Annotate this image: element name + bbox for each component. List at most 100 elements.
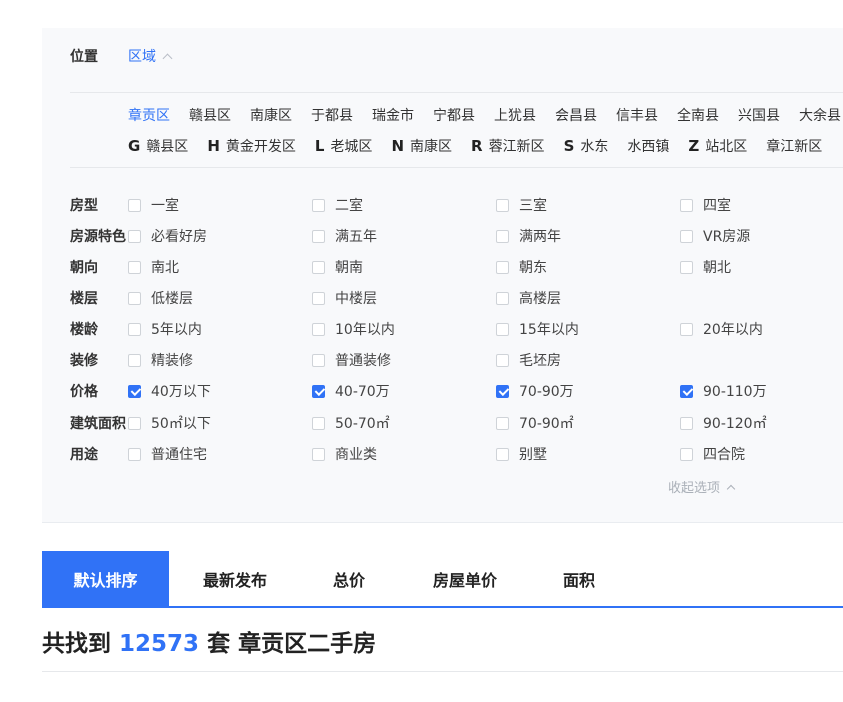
checkbox[interactable] [312, 260, 325, 274]
sort-tab[interactable]: 默认排序 [42, 551, 169, 606]
district-item[interactable]: 南康区 [250, 105, 292, 125]
checkbox[interactable] [496, 260, 509, 274]
filter-option[interactable]: 40-70万 [312, 381, 390, 401]
filter-option[interactable]: 商业类 [312, 444, 377, 464]
filter-option[interactable]: 朝东 [496, 257, 547, 277]
checkbox[interactable] [496, 198, 509, 212]
district-item[interactable]: 站北区 [705, 136, 747, 156]
district-item[interactable]: 兴国县 [738, 105, 780, 125]
filter-option[interactable]: 南北 [128, 257, 179, 277]
filter-option[interactable]: 普通住宅 [128, 444, 207, 464]
checkbox[interactable] [312, 291, 325, 305]
checkbox[interactable] [312, 447, 325, 461]
filter-option[interactable]: 满五年 [312, 226, 377, 246]
district-item[interactable]: 水东 [580, 136, 608, 156]
filter-option[interactable]: 普通装修 [312, 350, 391, 370]
filter-option[interactable]: 必看好房 [128, 226, 207, 246]
district-item[interactable]: 老城区 [330, 136, 372, 156]
filter-option[interactable]: 高楼层 [496, 288, 561, 308]
result-count: 12573 [119, 631, 200, 657]
filter-option[interactable]: 10年以内 [312, 319, 395, 339]
checkbox[interactable] [128, 229, 141, 243]
checkbox[interactable] [128, 198, 141, 212]
filter-option[interactable]: 别墅 [496, 444, 547, 464]
district-item[interactable]: 瑞金市 [372, 105, 414, 125]
filter-option[interactable]: 一室 [128, 195, 179, 215]
checkbox[interactable] [680, 260, 693, 274]
filter-option[interactable]: 满两年 [496, 226, 561, 246]
checkbox[interactable] [496, 322, 509, 336]
district-item[interactable]: 赣县区 [189, 105, 231, 125]
filter-option[interactable]: 50㎡以下 [128, 413, 211, 433]
filter-option[interactable]: 中楼层 [312, 288, 377, 308]
sort-tab[interactable]: 房屋单价 [398, 551, 532, 606]
filter-option[interactable]: 90-110万 [680, 381, 767, 401]
district-item[interactable]: 章贡区 [128, 105, 170, 125]
filter-option[interactable]: 二室 [312, 195, 363, 215]
region-tab[interactable]: 区域 [128, 46, 173, 66]
result-divider [42, 671, 843, 672]
checkbox[interactable] [128, 447, 141, 461]
checkbox-checked[interactable] [128, 384, 141, 398]
checkbox[interactable] [128, 260, 141, 274]
district-item[interactable]: 蓉江新区 [489, 136, 545, 156]
filter-option[interactable]: 朝南 [312, 257, 363, 277]
district-item[interactable]: 黄金开发区 [226, 136, 296, 156]
collapse-options-button[interactable]: 收起选项 [668, 477, 736, 496]
district-item[interactable]: 宁都县 [433, 105, 475, 125]
district-item[interactable]: 上犹县 [494, 105, 536, 125]
district-item[interactable]: 南康区 [410, 136, 452, 156]
checkbox[interactable] [312, 322, 325, 336]
filter-option[interactable]: 三室 [496, 195, 547, 215]
checkbox[interactable] [128, 353, 141, 367]
filter-option[interactable]: 20年以内 [680, 319, 763, 339]
index-letter: R [471, 137, 483, 155]
filter-option[interactable]: 四合院 [680, 444, 745, 464]
filter-option[interactable]: 四室 [680, 195, 731, 215]
district-item[interactable]: 会昌县 [555, 105, 597, 125]
checkbox[interactable] [312, 229, 325, 243]
filter-option[interactable]: 低楼层 [128, 288, 193, 308]
filter-option[interactable]: 5年以内 [128, 319, 202, 339]
filter-option[interactable]: 40万以下 [128, 381, 211, 401]
checkbox[interactable] [128, 291, 141, 305]
district-item[interactable]: 全南县 [677, 105, 719, 125]
checkbox[interactable] [128, 322, 141, 336]
checkbox-checked[interactable] [312, 384, 325, 398]
filter-option[interactable]: 精装修 [128, 350, 193, 370]
filter-option[interactable]: 15年以内 [496, 319, 579, 339]
filter-option[interactable]: 朝北 [680, 257, 731, 277]
district-item[interactable]: 于都县 [311, 105, 353, 125]
checkbox[interactable] [128, 416, 141, 430]
filter-option[interactable]: 70-90万 [496, 381, 574, 401]
filter-option[interactable]: 70-90㎡ [496, 413, 574, 433]
checkbox[interactable] [680, 198, 693, 212]
checkbox-checked[interactable] [680, 384, 693, 398]
district-item[interactable]: 信丰县 [616, 105, 658, 125]
checkbox[interactable] [496, 416, 509, 430]
filter-option[interactable]: 毛坯房 [496, 350, 561, 370]
checkbox[interactable] [680, 416, 693, 430]
checkbox[interactable] [312, 416, 325, 430]
checkbox[interactable] [496, 353, 509, 367]
sort-tab[interactable]: 面积 [532, 551, 626, 606]
checkbox[interactable] [496, 291, 509, 305]
sort-tab[interactable]: 总价 [300, 551, 398, 606]
filter-option[interactable]: 90-120㎡ [680, 413, 767, 433]
checkbox-checked[interactable] [496, 384, 509, 398]
checkbox[interactable] [312, 353, 325, 367]
filter-option[interactable]: VR房源 [680, 226, 750, 246]
district-item[interactable]: 赣县区 [146, 136, 188, 156]
checkbox[interactable] [680, 447, 693, 461]
checkbox[interactable] [496, 447, 509, 461]
district-item[interactable]: 大余县 [799, 105, 841, 125]
district-item[interactable]: 章江新区 [766, 136, 822, 156]
checkbox[interactable] [680, 229, 693, 243]
letter-group: N 南康区 [391, 136, 452, 156]
sort-tab[interactable]: 最新发布 [170, 551, 300, 606]
checkbox[interactable] [680, 322, 693, 336]
filter-option[interactable]: 50-70㎡ [312, 413, 390, 433]
checkbox[interactable] [496, 229, 509, 243]
checkbox[interactable] [312, 198, 325, 212]
district-item[interactable]: 水西镇 [627, 136, 669, 156]
